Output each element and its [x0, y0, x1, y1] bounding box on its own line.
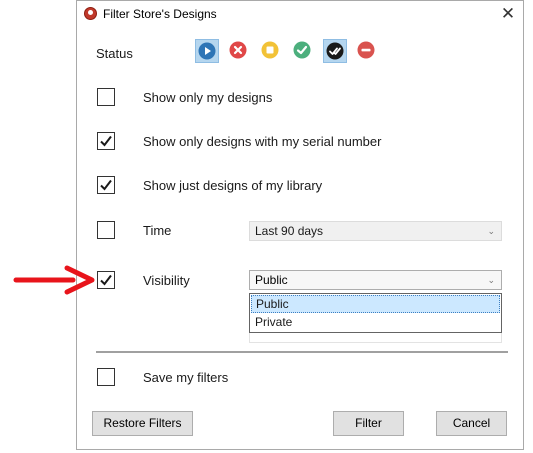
status-blocked-toggle[interactable] — [355, 39, 379, 63]
checkmark-icon — [100, 179, 112, 191]
window-title: Filter Store's Designs — [103, 7, 217, 21]
restore-filters-button[interactable]: Restore Filters — [92, 411, 193, 436]
library-label: Show just designs of my library — [143, 178, 323, 193]
close-button[interactable]: ✕ — [495, 3, 521, 25]
status-pause-toggle[interactable] — [259, 39, 283, 63]
time-checkbox[interactable] — [97, 221, 115, 239]
time-label: Time — [143, 223, 172, 238]
time-select[interactable]: Last 90 days ⌄ — [249, 221, 502, 241]
time-select-value: Last 90 days — [255, 224, 324, 238]
visibility-select-value: Public — [255, 273, 288, 287]
chevron-down-icon: ⌄ — [487, 275, 495, 285]
separator — [96, 351, 508, 353]
save-filters-label: Save my filters — [143, 370, 229, 385]
visibility-label: Visibility — [143, 273, 190, 288]
filter-dialog: Filter Store's Designs ✕ Status Show onl… — [76, 0, 524, 450]
title-bar: Filter Store's Designs ✕ — [77, 1, 523, 29]
visibility-dropdown-list: Public Private — [249, 293, 502, 333]
chevron-down-icon: ⌄ — [487, 226, 495, 236]
visibility-checkbox[interactable] — [97, 271, 115, 289]
serial-checkbox[interactable] — [97, 132, 115, 150]
only-mine-label: Show only my designs — [143, 90, 273, 105]
only-mine-checkbox[interactable] — [97, 88, 115, 106]
status-play-toggle[interactable] — [195, 39, 219, 63]
app-logo-icon — [84, 7, 97, 20]
visibility-option-public[interactable]: Public — [251, 295, 500, 313]
cancel-button[interactable]: Cancel — [436, 411, 507, 436]
serial-label: Show only designs with my serial number — [143, 134, 382, 149]
visibility-select[interactable]: Public ⌄ — [249, 270, 502, 290]
status-double-check-toggle[interactable] — [323, 39, 347, 63]
red-arrow-annotation — [13, 265, 95, 295]
filter-button[interactable]: Filter — [333, 411, 404, 436]
save-filters-checkbox[interactable] — [97, 368, 115, 386]
status-label: Status — [96, 46, 133, 61]
library-checkbox[interactable] — [97, 176, 115, 194]
status-check-toggle[interactable] — [291, 39, 315, 63]
status-cancel-toggle[interactable] — [227, 39, 251, 63]
checkmark-icon — [100, 274, 112, 286]
checkmark-icon — [100, 135, 112, 147]
visibility-option-private[interactable]: Private — [251, 314, 500, 332]
